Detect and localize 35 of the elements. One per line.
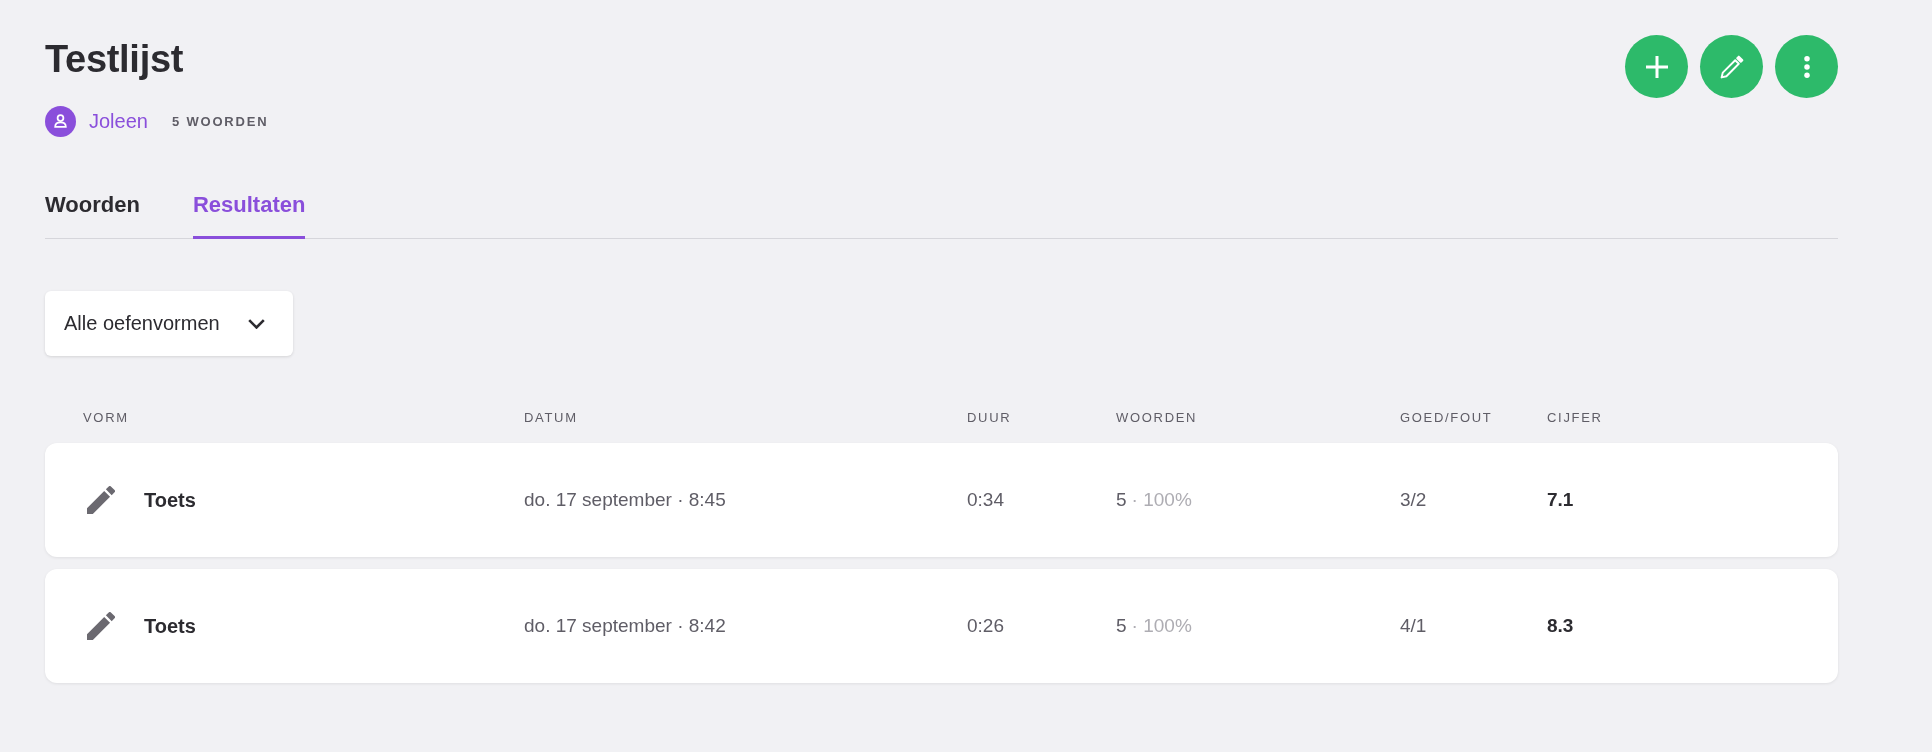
word-count: 5 WOORDEN bbox=[171, 114, 269, 129]
word-percentage: · 100% bbox=[1131, 615, 1192, 636]
column-header: VORM bbox=[83, 410, 130, 426]
column-header: GOED/FOUT bbox=[1400, 410, 1494, 426]
exercise-type: Toets bbox=[144, 614, 196, 638]
tab[interactable]: Resultaten bbox=[192, 191, 306, 239]
avatar-icon bbox=[45, 106, 76, 137]
list-title: Testlijst bbox=[45, 37, 185, 82]
chevron-down-icon bbox=[247, 318, 265, 329]
column-header: DATUM bbox=[524, 410, 579, 426]
duration: 0:34 bbox=[967, 489, 1005, 511]
column-header: CIJFER bbox=[1547, 410, 1604, 426]
filter-dropdown[interactable]: Alle oefenvormen bbox=[45, 291, 293, 356]
column-header: DUUR bbox=[967, 410, 1013, 426]
pencil-icon bbox=[87, 486, 115, 514]
more-icon bbox=[1803, 55, 1810, 78]
tab[interactable]: Woorden bbox=[45, 191, 140, 239]
duration: 0:26 bbox=[967, 615, 1005, 637]
pencil-icon bbox=[1719, 54, 1744, 79]
grade: 8.3 bbox=[1547, 615, 1575, 637]
plus-icon bbox=[1645, 55, 1668, 78]
right-wrong-ratio: 4/1 bbox=[1400, 615, 1428, 637]
column-header: WOORDEN bbox=[1116, 410, 1199, 426]
grade: 7.1 bbox=[1547, 489, 1575, 511]
exercise-type: Toets bbox=[144, 488, 196, 512]
right-wrong-ratio: 3/2 bbox=[1400, 489, 1428, 511]
owner-link[interactable]: Joleen bbox=[89, 110, 148, 133]
word-total: 5 bbox=[1116, 615, 1127, 636]
result-row[interactable]: Toets do. 17 september · 8:45 0:34 5 · 100% 3/2 7.1 bbox=[45, 443, 1838, 557]
pencil-icon bbox=[87, 612, 115, 640]
word-percentage: · 100% bbox=[1131, 489, 1192, 510]
result-row[interactable]: Toets do. 17 september · 8:42 0:26 5 · 100% 4/1 8.3 bbox=[45, 569, 1838, 683]
session-date: do. 17 september · 8:42 bbox=[524, 615, 727, 637]
session-date: do. 17 september · 8:45 bbox=[524, 489, 727, 511]
word-total: 5 bbox=[1116, 489, 1127, 510]
